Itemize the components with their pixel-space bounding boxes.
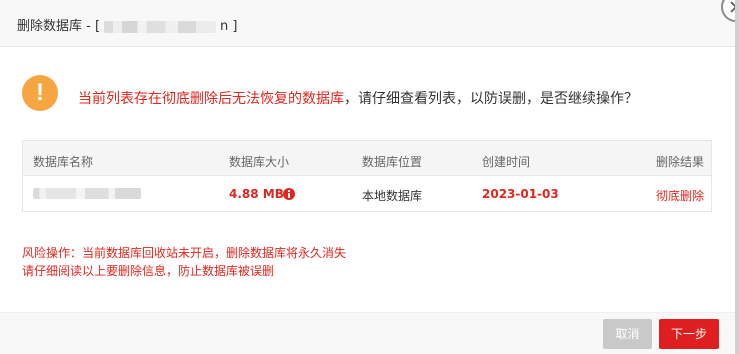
row-created-date: 2023-01-03: [482, 187, 559, 201]
redacted-database-name: [104, 20, 217, 33]
row-database-location: 本地数据库: [362, 189, 423, 203]
risk-notice: 风险操作：当前数据库回收站未开启，删除数据库将永久消失 请仔细阅读以上要删除信息…: [22, 244, 346, 280]
dialog-title-suffix: n ]: [220, 19, 238, 34]
cancel-button[interactable]: 取消: [603, 319, 652, 349]
column-header-created: 创建时间: [482, 155, 531, 169]
warning-message-highlight: 当前列表存在彻底删除后无法恢复的数据库: [78, 91, 344, 107]
redacted-row-database-name: [33, 188, 141, 199]
info-icon[interactable]: [283, 188, 295, 200]
dialog-title: 删除数据库 - [ n ]: [17, 15, 237, 34]
warning-icon: !: [22, 75, 58, 111]
risk-notice-line1: 风险操作：当前数据库回收站未开启，删除数据库将永久消失: [22, 246, 347, 260]
dialog-header: 删除数据库 - [ n ]: [0, 0, 739, 47]
next-step-button[interactable]: 下一步: [659, 319, 719, 349]
row-delete-result: 彻底删除: [656, 189, 705, 203]
column-header-name: 数据库名称: [33, 155, 94, 169]
column-header-result: 删除结果: [656, 155, 705, 169]
risk-notice-line2: 请仔细阅读以上要删除信息，防止数据库被误删: [22, 264, 275, 278]
dialog-title-prefix: 删除数据库 - [: [17, 19, 101, 34]
database-table: 数据库名称 数据库大小 数据库位置 创建时间 删除结果 4.88 MB 本地数据…: [22, 140, 712, 212]
window-edge: [735, 0, 739, 354]
delete-database-dialog: 删除数据库 - [ n ] ! 当前列表存在彻底删除后无法恢复的数据库，请仔细查看…: [0, 0, 739, 354]
column-header-size: 数据库大小: [229, 155, 290, 169]
column-header-location: 数据库位置: [362, 155, 423, 169]
warning-message-rest: ，请仔细查看列表，以防误删，是否继续操作？: [344, 91, 638, 107]
row-database-size: 4.88 MB: [229, 187, 284, 201]
warning-message: 当前列表存在彻底删除后无法恢复的数据库，请仔细查看列表，以防误删，是否继续操作？: [78, 88, 638, 108]
